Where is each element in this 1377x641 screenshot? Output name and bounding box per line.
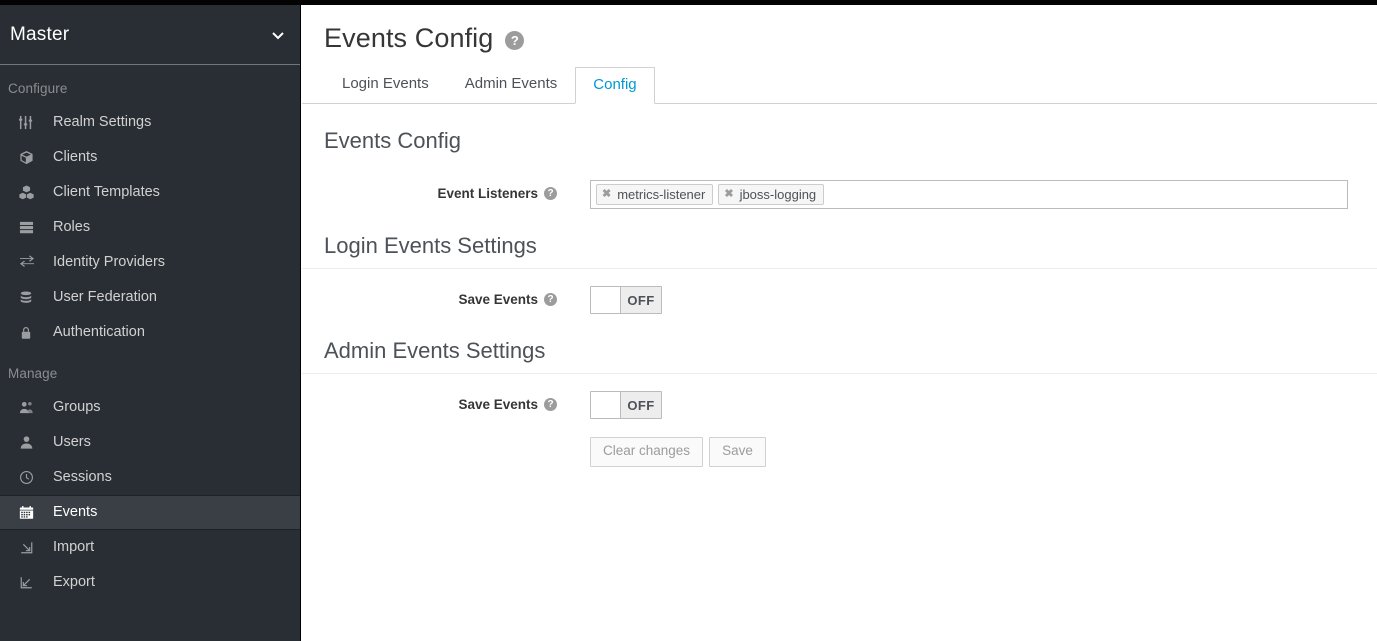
sidebar-item-label: Identity Providers [53,254,166,271]
calendar-icon [19,503,41,523]
database-icon [19,288,41,308]
sidebar-item-realm-settings[interactable]: Realm Settings [0,105,300,140]
sidebar-item-label: Sessions [53,469,112,486]
label-text: Save Events [458,292,538,307]
close-icon[interactable]: ✖ [724,189,733,200]
main-content: Events Config ? Login Events Admin Event… [302,5,1377,641]
sidebar-item-export[interactable]: Export [0,565,300,600]
export-arrow-icon [19,573,41,593]
question-mark-icon[interactable]: ? [544,187,557,201]
sidebar-item-label: User Federation [53,289,157,306]
section-heading-admin-events: Admin Events Settings [324,338,546,363]
sidebar-item-clients[interactable]: Clients [0,140,300,175]
sidebar-item-label: Export [53,574,95,591]
page-title: Events Config [324,23,494,53]
exchange-arrows-icon [19,253,41,273]
sidebar-section-label: Configure [8,81,68,96]
tab-bar: Login Events Admin Events Config [302,66,1377,104]
close-icon[interactable]: ✖ [602,189,611,200]
form-row-admin-save-events: Save Events ? OFF Clear changes Save [302,391,1377,467]
realm-name: Master [10,23,70,45]
sidebar-item-roles[interactable]: Roles [0,210,300,245]
section-heading-login-events: Login Events Settings [324,233,537,258]
clear-changes-button[interactable]: Clear changes [590,437,704,467]
event-listeners-control: ✖ metrics-listener ✖ jboss-logging [590,180,1348,209]
realm-selector[interactable]: Master [0,5,300,65]
chip-jboss-logging[interactable]: ✖ jboss-logging [718,184,825,205]
sidebar-item-identity-providers[interactable]: Identity Providers [0,245,300,280]
admin-save-events-label: Save Events ? [302,391,557,412]
form-row-event-listeners: Event Listeners ? ✖ metrics-listener ✖ j… [302,180,1377,209]
form-actions: Clear changes Save [590,437,766,467]
question-mark-icon[interactable]: ? [544,398,557,412]
users-group-icon [19,398,41,418]
events-config-form: Events Config Event Listeners ? ✖ metric… [302,104,1377,467]
sidebar-section-manage: Manage Groups Users Sessions Events Impo… [0,350,300,600]
sidebar-item-groups[interactable]: Groups [0,390,300,425]
question-mark-icon[interactable]: ? [544,293,557,307]
tab-login-events[interactable]: Login Events [324,66,447,103]
divider-login-events [302,268,1377,269]
login-save-events-control: OFF [590,286,662,314]
sidebar-item-user-federation[interactable]: User Federation [0,280,300,315]
question-mark-icon[interactable]: ? [505,31,525,50]
event-listeners-label: Event Listeners ? [302,180,557,201]
section-heading-events-config: Events Config [324,128,461,153]
toggle-handle [591,392,621,418]
server-list-icon [19,218,41,238]
chip-metrics-listener[interactable]: ✖ metrics-listener [596,184,714,205]
sidebar-item-label: Realm Settings [53,114,152,131]
sidebar-item-users[interactable]: Users [0,425,300,460]
tab-config[interactable]: Config [575,67,655,104]
sidebar-item-events[interactable]: Events [0,495,300,530]
admin-save-events-toggle[interactable]: OFF [590,391,662,419]
user-icon [19,433,41,453]
lock-icon [19,323,41,343]
label-text: Save Events [458,397,538,412]
sidebar-item-sessions[interactable]: Sessions [0,460,300,495]
sliders-icon [19,113,41,133]
cubes-icon [19,183,41,203]
toggle-handle [591,287,621,313]
chevron-down-icon [270,27,286,43]
clock-icon [19,468,41,488]
sidebar: Master Configure Realm Settings Clients … [0,5,301,641]
sidebar-item-authentication[interactable]: Authentication [0,315,300,350]
chip-label: jboss-logging [739,187,817,202]
sidebar-item-label: Groups [53,399,101,416]
toggle-state-label: OFF [627,292,655,308]
save-button[interactable]: Save [709,437,766,467]
admin-save-events-control: OFF Clear changes Save [590,391,766,467]
tab-admin-events[interactable]: Admin Events [447,66,576,103]
page-header: Events Config ? [302,5,1377,54]
login-save-events-toggle[interactable]: OFF [590,286,662,314]
login-save-events-label: Save Events ? [302,286,557,307]
chip-label: metrics-listener [617,187,706,202]
sidebar-item-client-templates[interactable]: Client Templates [0,175,300,210]
sidebar-item-label: Users [53,434,91,451]
app-root: Master Configure Realm Settings Clients … [0,0,1377,641]
sidebar-section-configure: Configure Realm Settings Clients Client … [0,65,300,350]
toggle-state-label: OFF [627,397,655,413]
sidebar-item-label: Clients [53,149,98,166]
sidebar-item-label: Import [53,539,95,556]
cube-icon [19,148,41,168]
sidebar-item-label: Authentication [53,324,145,341]
form-row-login-save-events: Save Events ? OFF [302,286,1377,314]
sidebar-item-import[interactable]: Import [0,530,300,565]
divider-admin-events [302,373,1377,374]
event-listeners-input[interactable]: ✖ metrics-listener ✖ jboss-logging [590,180,1348,209]
sidebar-item-label: Roles [53,219,91,236]
label-text: Event Listeners [437,186,538,201]
sidebar-section-label: Manage [8,366,58,381]
import-arrow-icon [19,538,41,558]
sidebar-item-label: Events [53,504,98,521]
sidebar-item-label: Client Templates [53,184,160,201]
